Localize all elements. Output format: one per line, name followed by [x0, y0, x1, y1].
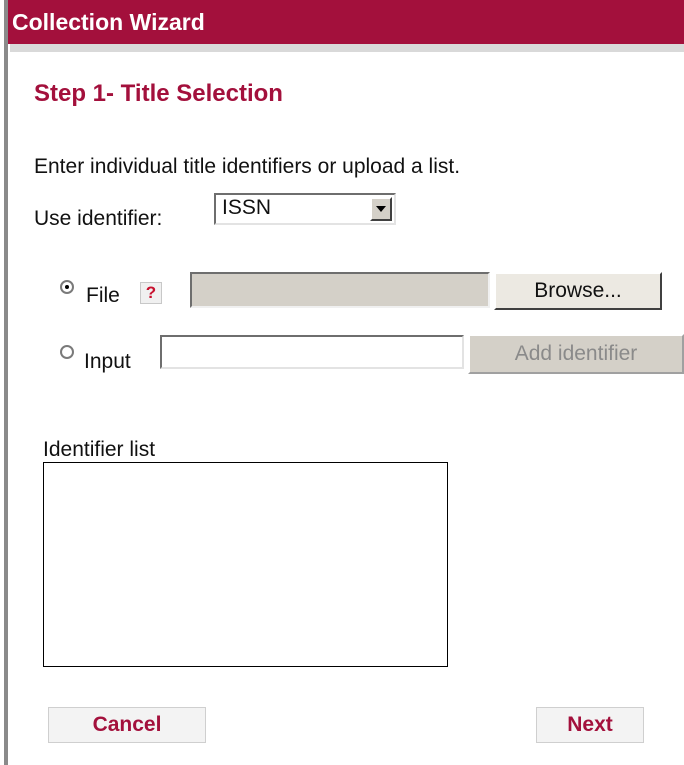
input-radio[interactable] [60, 345, 74, 359]
identifier-type-value: ISSN [222, 196, 272, 219]
file-path-input[interactable] [190, 272, 490, 308]
identifier-type-select[interactable]: ISSN [214, 193, 396, 225]
window-left-border [0, 0, 8, 765]
help-icon[interactable]: ? [140, 282, 162, 304]
collection-wizard-window: Collection Wizard Step 1- Title Selectio… [0, 0, 684, 765]
browse-button[interactable]: Browse... [494, 272, 662, 310]
file-radio[interactable] [60, 280, 74, 294]
identifier-input[interactable] [160, 335, 464, 369]
window-title-bar: Collection Wizard [8, 0, 684, 44]
window-title: Collection Wizard [12, 9, 205, 35]
cancel-button[interactable]: Cancel [48, 707, 206, 743]
identifier-list-label: Identifier list [43, 438, 156, 461]
chevron-down-icon [376, 206, 386, 212]
file-label: File [86, 284, 120, 307]
dropdown-button[interactable] [370, 197, 392, 221]
use-identifier-label: Use identifier: [34, 207, 163, 230]
next-button[interactable]: Next [536, 707, 644, 743]
instruction-text: Enter individual title identifiers or up… [34, 155, 461, 178]
identifier-list[interactable] [43, 462, 448, 667]
input-label: Input [84, 350, 131, 373]
step-title: Step 1- Title Selection [34, 80, 283, 107]
add-identifier-button[interactable]: Add identifier [468, 334, 684, 374]
